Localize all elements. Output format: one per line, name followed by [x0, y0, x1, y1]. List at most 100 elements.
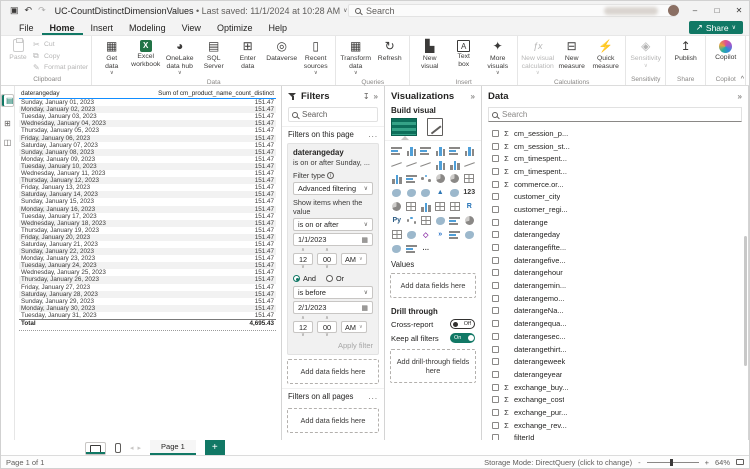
collapse-pane-icon[interactable]: » — [374, 92, 378, 101]
funnel-chart-icon[interactable] — [405, 173, 419, 184]
desktop-layout-icon[interactable] — [85, 442, 106, 455]
table-header-row[interactable]: daterangeday Sum of cm_product_name_coun… — [19, 90, 276, 100]
minute-down-icon[interactable]: ∨ — [325, 333, 329, 338]
clustered-bar-chart-icon[interactable] — [419, 145, 433, 156]
scrollbar[interactable] — [744, 236, 747, 366]
field-item-customer_regi---[interactable]: customer_regi... — [492, 203, 748, 216]
new-measure-button[interactable]: ⊟ New measure — [555, 37, 588, 70]
collapse-ribbon-icon[interactable]: ^ — [741, 76, 744, 83]
qa-visual-icon[interactable] — [434, 215, 448, 226]
table-row[interactable]: Tuesday, January 24, 2023 151.47 — [19, 262, 276, 270]
custom-visual-2-icon[interactable] — [463, 229, 477, 240]
field-checkbox[interactable] — [492, 244, 499, 252]
field-item-daterangequa---[interactable]: daterangequa... — [492, 317, 748, 330]
field-item-customer_city[interactable]: customer_city — [492, 190, 748, 203]
field-item-cm_timespent---[interactable]: Σcm_timespent... — [492, 152, 748, 165]
field-checkbox[interactable] — [492, 294, 499, 302]
values-dropzone[interactable]: Add data fields here — [390, 273, 476, 298]
current-visual-table-icon[interactable] — [391, 118, 417, 140]
table-row[interactable]: Saturday, January 14, 2023 151.47 — [19, 191, 276, 199]
multi-row-card-icon[interactable] — [405, 201, 419, 212]
paste-button[interactable]: Paste — [6, 37, 30, 72]
calendar-icon[interactable]: ▦ — [361, 236, 368, 244]
field-checkbox[interactable] — [492, 269, 499, 277]
add-data-fields-dropzone[interactable]: Add data fields here — [287, 408, 379, 433]
table-row[interactable]: Sunday, January 22, 2023 151.47 — [19, 248, 276, 256]
previous-page-icon[interactable]: ◂ — [130, 444, 134, 452]
area-chart-icon[interactable] — [405, 159, 419, 170]
field-checkbox[interactable] — [492, 231, 499, 239]
menu-tab-modeling[interactable]: Modeling — [121, 20, 174, 35]
condition1-ampm-dropdown[interactable]: AM ∨ — [341, 253, 367, 265]
field-item-daterangehour[interactable]: daterangehour — [492, 267, 748, 280]
field-checkbox[interactable] — [492, 193, 499, 201]
table-row[interactable]: Wednesday, January 04, 2023 151.47 — [19, 120, 276, 128]
table-row[interactable]: Monday, January 16, 2023 151.47 — [19, 205, 276, 213]
stacked-bar-chart-icon[interactable] — [390, 145, 404, 156]
field-item-daterange[interactable]: daterange — [492, 216, 748, 229]
custom-visual-1-icon[interactable] — [448, 229, 462, 240]
more-options-icon[interactable]: ... — [369, 130, 379, 139]
menu-tab-view[interactable]: View — [174, 20, 209, 35]
text-box-button[interactable]: A Text box — [447, 37, 480, 68]
calendar-icon[interactable]: ▦ — [361, 304, 368, 312]
title-dropdown-icon[interactable]: ∨ — [343, 7, 347, 14]
field-checkbox[interactable] — [492, 307, 499, 315]
next-page-icon[interactable]: ▸ — [138, 444, 142, 452]
field-item-daterangethirt---[interactable]: daterangethirt... — [492, 343, 748, 356]
table-row[interactable]: Wednesday, January 18, 2023 151.47 — [19, 219, 276, 227]
field-checkbox[interactable] — [492, 218, 499, 226]
dataverse-button[interactable]: ◎ Dataverse — [265, 37, 298, 63]
copilot-button[interactable]: Copilot — [709, 37, 742, 62]
field-item-daterangemin---[interactable]: daterangemin... — [492, 279, 748, 292]
filled-map-icon[interactable] — [405, 187, 419, 198]
get-data-button[interactable]: ▦ Get data ∨ — [95, 37, 128, 78]
and-radio[interactable]: And — [293, 274, 316, 283]
storage-mode-label[interactable]: Storage Mode: DirectQuery (click to chan… — [484, 458, 632, 467]
line-and-clustered-column-chart-icon[interactable] — [448, 159, 462, 170]
line-chart-icon[interactable] — [390, 159, 404, 170]
publish-button[interactable]: ↥ Publish — [669, 37, 702, 63]
metrics-icon[interactable] — [463, 215, 477, 226]
decomposition-tree-icon[interactable] — [419, 215, 433, 226]
field-checkbox[interactable] — [492, 256, 499, 264]
excel-workbook-button[interactable]: X Excel workbook — [129, 37, 162, 68]
minimize-button[interactable]: – — [689, 6, 701, 15]
field-item-cm_session_p---[interactable]: Σcm_session_p... — [492, 127, 748, 140]
field-checkbox[interactable] — [492, 142, 499, 150]
report-view-icon[interactable]: ▤ — [1, 94, 14, 107]
field-checkbox[interactable] — [492, 205, 499, 213]
enter-data-button[interactable]: ⊞ Enter data — [231, 37, 264, 70]
slicer-icon[interactable] — [434, 201, 448, 212]
table-row[interactable]: Monday, January 23, 2023 151.47 — [19, 255, 276, 262]
zoom-slider-thumb[interactable] — [669, 458, 673, 466]
filter-type-dropdown[interactable]: Advanced filtering ∨ — [293, 182, 373, 195]
minute-down-icon[interactable]: ∨ — [325, 265, 329, 270]
table-row[interactable]: Monday, January 02, 2023 151.47 — [19, 106, 276, 114]
menu-tab-file[interactable]: File — [11, 20, 42, 35]
azure-map-icon[interactable]: ▲ — [434, 187, 448, 198]
share-button[interactable]: ↗ Share ∨ — [688, 21, 743, 34]
close-button[interactable]: ✕ — [733, 6, 745, 15]
field-checkbox[interactable] — [492, 358, 499, 366]
field-item-daterangefive---[interactable]: daterangefive... — [492, 254, 748, 267]
fit-to-page-icon[interactable] — [736, 459, 744, 465]
key-influencers-icon[interactable] — [405, 215, 419, 226]
more-visuals-button[interactable]: ✦ More visuals ∨ — [481, 37, 514, 78]
table-visual[interactable]: daterangeday Sum of cm_product_name_coun… — [19, 90, 276, 332]
table-row[interactable]: Sunday, January 29, 2023 151.47 — [19, 298, 276, 305]
table-row[interactable]: Tuesday, January 17, 2023 151.47 — [19, 213, 276, 220]
field-item-daterangemo---[interactable]: daterangemo... — [492, 292, 748, 305]
smart-narrative-icon[interactable] — [448, 215, 462, 226]
mobile-layout-icon[interactable] — [115, 440, 121, 455]
more-options-icon[interactable]: ... — [369, 392, 379, 401]
new-visual-button[interactable]: ▙ New visual — [413, 37, 446, 70]
field-checkbox[interactable] — [492, 345, 499, 353]
field-checkbox[interactable] — [492, 434, 499, 440]
field-item-daterangesec---[interactable]: daterangesec... — [492, 330, 748, 343]
power-apps-visual-icon[interactable]: ◇ — [419, 229, 433, 240]
clustered-column-chart-icon[interactable] — [434, 145, 448, 156]
table-icon[interactable] — [448, 201, 462, 212]
python-visual-icon[interactable]: Py — [390, 215, 404, 226]
condition1-date-input[interactable]: 1/1/2023 ▦ — [293, 233, 373, 246]
